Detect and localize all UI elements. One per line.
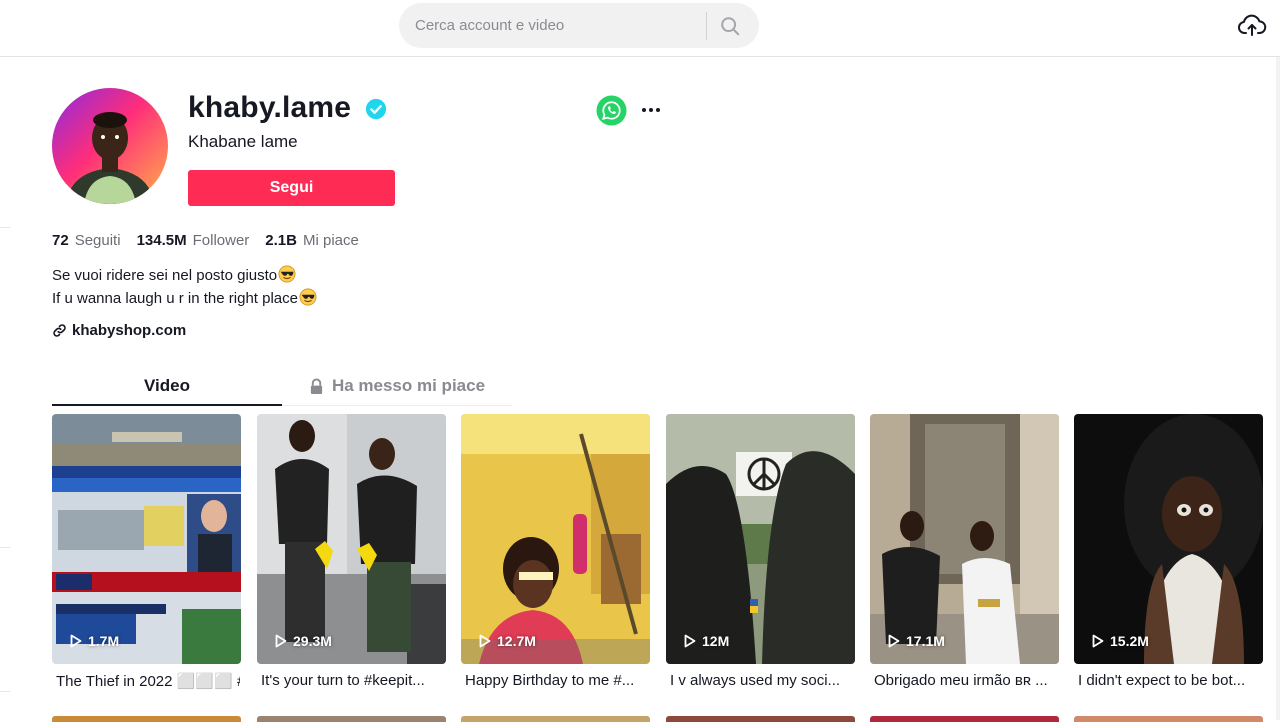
video-thumbnail bbox=[52, 414, 241, 664]
upload-button[interactable] bbox=[1236, 12, 1268, 40]
search-input[interactable] bbox=[415, 3, 701, 48]
play-icon bbox=[275, 634, 287, 648]
nickname: Khabane lame bbox=[188, 132, 298, 151]
video-thumbnail bbox=[666, 414, 855, 664]
sunglasses-emoji-icon bbox=[278, 265, 296, 283]
lock-icon bbox=[310, 378, 323, 394]
video-caption: I didn't expect to be bot... bbox=[1078, 672, 1246, 689]
followers-stat[interactable]: 134.5M Follower bbox=[137, 232, 250, 249]
share-whatsapp-button[interactable] bbox=[596, 95, 627, 126]
more-options-button[interactable] bbox=[638, 98, 664, 122]
bio-link-text: khabyshop.com bbox=[72, 322, 187, 339]
view-count: 12M bbox=[684, 633, 729, 649]
video-card-partial[interactable] bbox=[1074, 716, 1263, 722]
video-thumbnail bbox=[870, 414, 1059, 664]
play-icon bbox=[479, 634, 491, 648]
top-bar bbox=[0, 0, 1280, 57]
view-count: 1.7M bbox=[70, 633, 119, 649]
play-icon bbox=[888, 634, 900, 648]
cloud-upload-icon bbox=[1238, 14, 1267, 36]
search-icon bbox=[721, 16, 740, 35]
video-card-partial[interactable] bbox=[461, 716, 650, 722]
view-count: 17.1M bbox=[888, 633, 945, 649]
avatar[interactable] bbox=[52, 88, 168, 204]
search-button[interactable] bbox=[711, 8, 749, 43]
video-caption: Obrigado meu irmão ʙʀ ... bbox=[874, 672, 1048, 689]
more-dots-icon bbox=[642, 108, 646, 112]
bio: Se vuoi ridere sei nel posto giusto If u… bbox=[52, 264, 317, 310]
play-icon bbox=[70, 634, 82, 648]
bio-line: If u wanna laugh u r in the right place bbox=[52, 290, 298, 307]
whatsapp-icon bbox=[596, 95, 627, 126]
likes-stat: 2.1B Mi piace bbox=[265, 232, 359, 249]
verified-badge-icon bbox=[365, 98, 387, 120]
video-card-partial[interactable] bbox=[666, 716, 855, 722]
view-count: 15.2M bbox=[1092, 633, 1149, 649]
bio-link[interactable]: khabyshop.com bbox=[52, 322, 186, 339]
link-icon bbox=[53, 324, 66, 337]
search-bar bbox=[399, 3, 759, 48]
video-card-partial[interactable] bbox=[52, 716, 241, 722]
bio-line: Se vuoi ridere sei nel posto giusto bbox=[52, 267, 278, 284]
video-card-partial[interactable] bbox=[870, 716, 1059, 722]
video-caption: Happy Birthday to me #... bbox=[465, 672, 635, 689]
view-count: 29.3M bbox=[275, 633, 332, 649]
video-caption: It's your turn to #keepit... bbox=[261, 672, 425, 689]
tab-videos[interactable]: Video bbox=[52, 368, 282, 404]
left-sidebar-edge bbox=[0, 57, 12, 720]
video-thumbnail bbox=[1074, 414, 1263, 664]
username: khaby.lame bbox=[188, 91, 352, 124]
video-card-partial[interactable] bbox=[257, 716, 446, 722]
profile-stats: 72 Seguiti 134.5M Follower 2.1B Mi piace bbox=[52, 232, 359, 249]
active-tab-indicator bbox=[52, 404, 282, 406]
sunglasses-emoji-icon bbox=[299, 288, 317, 306]
video-thumbnail bbox=[257, 414, 446, 664]
video-grid: 1.7M The Thief in 2022 ⬜⬜⬜ #... 29.3M It… bbox=[52, 414, 1280, 722]
follow-button[interactable]: Segui bbox=[188, 170, 395, 206]
play-icon bbox=[1092, 634, 1104, 648]
play-icon bbox=[684, 634, 696, 648]
video-caption: The Thief in 2022 ⬜⬜⬜ #... bbox=[56, 673, 240, 690]
following-stat[interactable]: 72 Seguiti bbox=[52, 232, 121, 249]
video-caption: I v always used my soci... bbox=[670, 672, 841, 689]
tab-liked[interactable]: Ha messo mi piace bbox=[282, 368, 512, 404]
view-count: 12.7M bbox=[479, 633, 536, 649]
search-divider bbox=[706, 12, 707, 40]
video-thumbnail bbox=[461, 414, 650, 664]
profile-tabs: Video Ha messo mi piace bbox=[52, 368, 512, 406]
